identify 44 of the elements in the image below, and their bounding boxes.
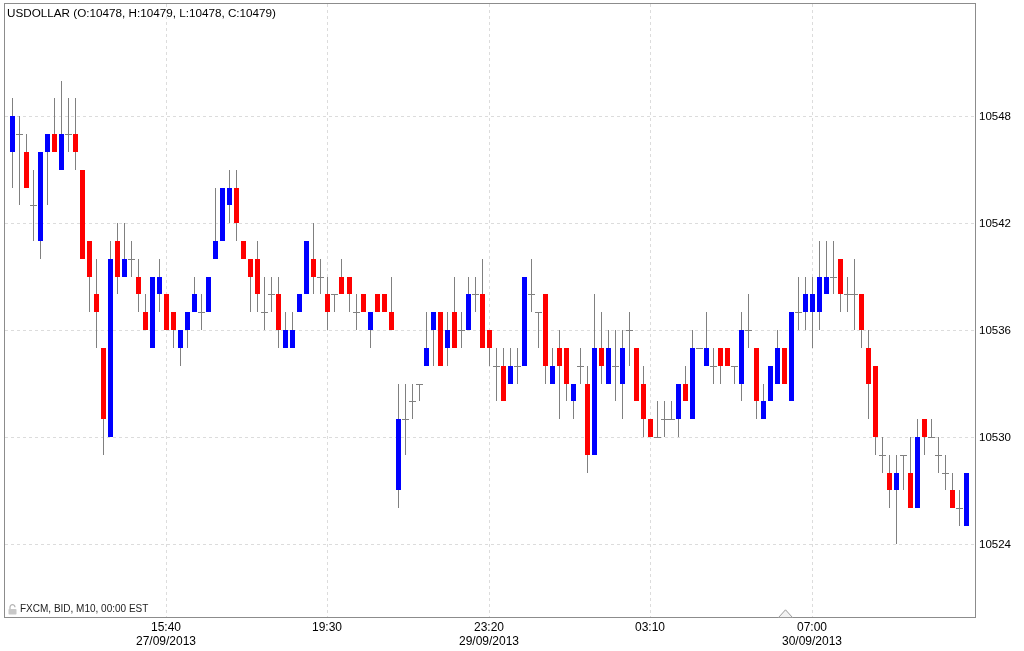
candlestick: [290, 311, 295, 349]
chart-title: USDOLLAR (O:10478, H:10479, L:10478, C:10479): [7, 6, 276, 20]
candlestick: [178, 329, 183, 367]
candlestick: [768, 365, 773, 402]
candlestick: [782, 347, 787, 385]
candlestick: [227, 169, 232, 224]
candlestick: [185, 311, 190, 349]
candlestick: [431, 311, 436, 367]
candlestick: [241, 240, 246, 260]
price-axis-label: 10536: [979, 323, 1011, 337]
chart-source-info: FXCM, BID, M10, 00:00 EST: [20, 603, 149, 615]
price-axis-label: 10548: [979, 109, 1011, 123]
candlestick: [171, 311, 176, 349]
candlestick: [389, 276, 394, 331]
candlestick: [297, 293, 302, 313]
candlestick: [775, 329, 780, 385]
time-axis-label: 03:10: [635, 620, 665, 634]
price-axis-label: 10530: [979, 430, 1011, 444]
candlestick: [424, 311, 429, 367]
candlestick: [283, 311, 288, 349]
time-axis-label: 23:20 29/09/2013: [458, 620, 520, 648]
candlestick: [143, 293, 148, 331]
candlestick: [304, 240, 309, 295]
time-axis-label: 07:00 30/09/2013: [781, 620, 843, 648]
time-axis-label: 19:30: [312, 620, 342, 634]
price-axis-label: 10542: [979, 216, 1011, 230]
candlestick: [550, 347, 555, 385]
candlestick: [438, 311, 443, 367]
candlestick: [157, 258, 162, 313]
candlestick: [564, 347, 569, 402]
padlock-icon: [8, 603, 17, 615]
candlestick: [368, 311, 373, 349]
candlestick: [248, 258, 253, 313]
candlestick: [445, 311, 450, 367]
candlestick: [164, 293, 169, 331]
candlestick: [761, 383, 766, 420]
candlestick: [382, 293, 387, 313]
time-axis-label: 15:40 27/09/2013: [135, 620, 197, 648]
price-axis-label: 10524: [979, 537, 1011, 551]
candlestick: [220, 187, 225, 242]
triangle-marker-icon: [778, 609, 793, 618]
candlestick: [52, 97, 57, 153]
candlestick: [683, 365, 688, 402]
candlestick: [375, 293, 380, 313]
